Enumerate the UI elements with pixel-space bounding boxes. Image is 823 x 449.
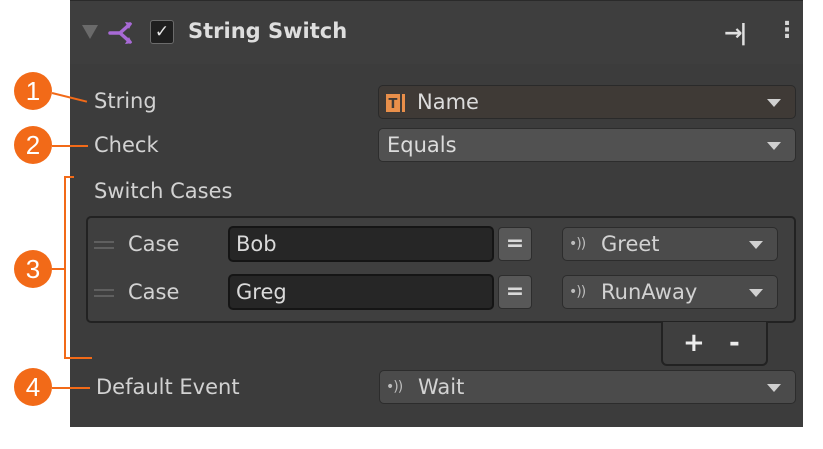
- signal-icon: •)): [386, 379, 403, 395]
- chevron-down-icon: [767, 142, 781, 150]
- check-label: Check: [94, 133, 159, 157]
- case-event-value: Greet: [601, 232, 660, 256]
- case-event-value: RunAway: [601, 280, 698, 304]
- more-options-icon[interactable]: ⋮: [776, 18, 798, 43]
- remove-case-button[interactable]: -: [729, 328, 740, 358]
- string-type-icon: T: [386, 94, 405, 112]
- enabled-checkbox[interactable]: ✓: [150, 20, 174, 44]
- callout-leader: [52, 268, 66, 270]
- foldout-arrow-icon[interactable]: [82, 25, 98, 39]
- component-title: String Switch: [188, 19, 348, 43]
- case-value-input[interactable]: Greg: [228, 274, 494, 310]
- compare-button[interactable]: =: [498, 275, 532, 309]
- check-value: Equals: [387, 133, 457, 157]
- default-event-dropdown[interactable]: •)) Wait: [379, 370, 796, 404]
- chevron-down-icon: [749, 241, 763, 249]
- check-dropdown[interactable]: Equals: [378, 128, 796, 162]
- string-value: Name: [417, 90, 479, 114]
- case-value-input[interactable]: Bob: [228, 226, 494, 262]
- drag-handle-icon[interactable]: [94, 289, 114, 297]
- default-event-value: Wait: [418, 375, 465, 399]
- callout-badge: 2: [14, 126, 52, 164]
- add-case-button[interactable]: +: [683, 328, 705, 358]
- component-header[interactable]: [70, 0, 803, 64]
- case-event-dropdown[interactable]: •)) Greet: [562, 227, 778, 261]
- drag-handle-icon[interactable]: [94, 241, 114, 249]
- callout-leader: [52, 145, 88, 147]
- callout-bracket: [64, 357, 92, 359]
- callout-leader: [52, 387, 90, 389]
- case-label: Case: [128, 232, 180, 256]
- string-dropdown[interactable]: T Name: [378, 85, 796, 119]
- switch-node-icon: [108, 22, 132, 44]
- chevron-down-icon: [767, 99, 781, 107]
- signal-icon: •)): [569, 284, 586, 300]
- signal-icon: •)): [569, 236, 586, 252]
- svg-text:T: T: [389, 97, 398, 112]
- callout-badge: 3: [14, 250, 52, 288]
- chevron-down-icon: [767, 384, 781, 392]
- string-label: String: [94, 89, 157, 113]
- add-remove-footer: + -: [661, 322, 768, 366]
- chevron-down-icon: [749, 289, 763, 297]
- jump-to-icon[interactable]: →|: [724, 21, 748, 46]
- compare-button[interactable]: =: [498, 227, 532, 261]
- default-event-label: Default Event: [96, 375, 240, 399]
- callout-badge: 4: [14, 368, 52, 406]
- callout-badge: 1: [14, 72, 52, 110]
- switch-cases-label: Switch Cases: [94, 179, 233, 203]
- case-label: Case: [128, 280, 180, 304]
- case-event-dropdown[interactable]: •)) RunAway: [562, 275, 778, 309]
- callout-bracket: [64, 176, 74, 178]
